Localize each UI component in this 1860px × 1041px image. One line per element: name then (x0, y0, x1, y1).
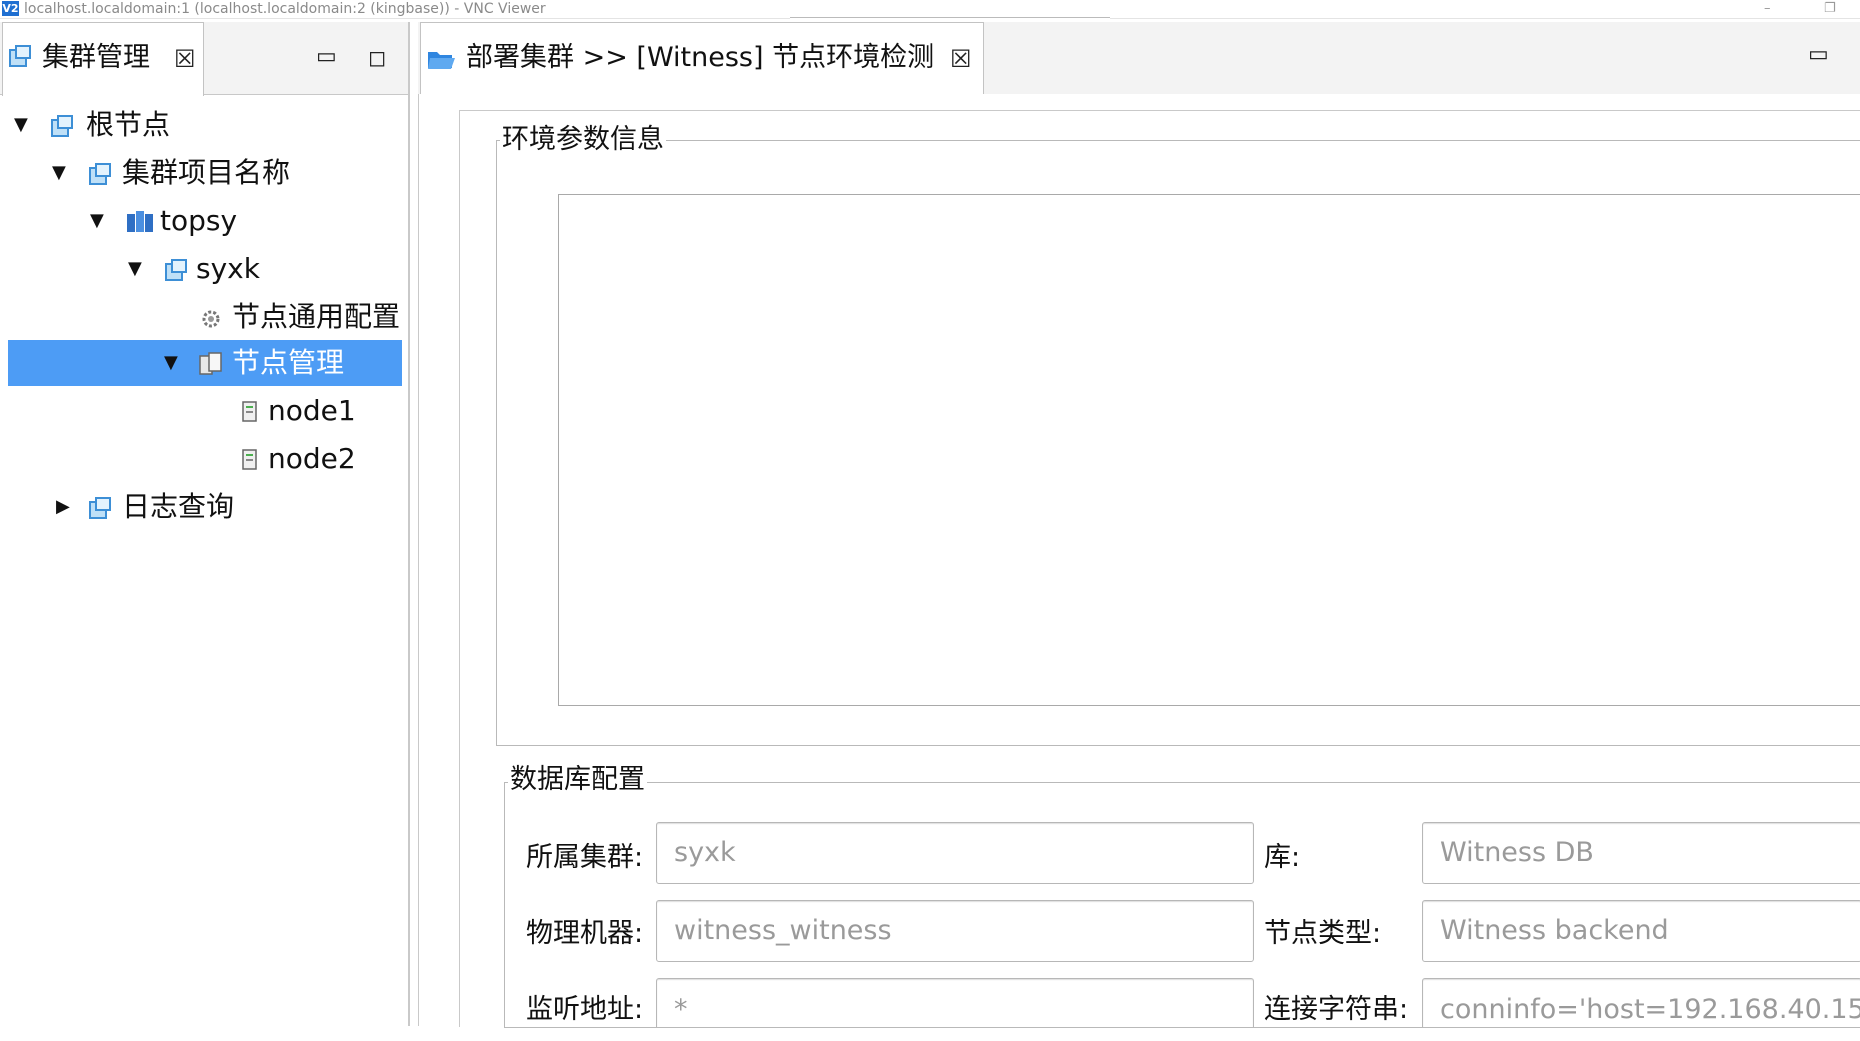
tree-item-project[interactable]: ▼ 集群项目名称 (8, 150, 402, 196)
gear-config-icon (202, 310, 220, 328)
database-label: 库: (1264, 842, 1301, 873)
database-value: Witness DB (1440, 837, 1594, 868)
close-icon[interactable]: ☒ (950, 44, 972, 74)
db-node-icon (242, 449, 257, 470)
left-panel-minimize-button[interactable]: ▭ (316, 44, 337, 70)
machine-field[interactable]: witness_witness (656, 900, 1254, 962)
tree-item-label: topsy (160, 204, 238, 237)
db-node-icon (242, 401, 257, 422)
window-title: localhost.localdomain:1 (localhost.local… (24, 1, 546, 17)
tree-item-node-management[interactable]: ▼ 节点管理 (8, 340, 402, 386)
machine-label: 物理机器: (526, 918, 644, 949)
node-manager-icon (199, 352, 222, 375)
listen-field[interactable]: * (656, 978, 1254, 1027)
conninfo-value: conninfo='host=192.168.40.154 ' (1440, 994, 1860, 1025)
tree-item-label: 节点通用配置 (232, 300, 401, 333)
tree-item-label: node1 (268, 394, 356, 427)
node-type-field[interactable]: Witness backend (1422, 900, 1860, 962)
cluster-value: syxk (674, 837, 736, 868)
tree-item-common-config[interactable]: 节点通用配置 (8, 294, 402, 340)
database-field[interactable]: Witness DB (1422, 822, 1860, 884)
folder-open-icon (428, 52, 455, 69)
tree-item-label: syxk (196, 252, 260, 285)
cluster-cube-icon (89, 163, 111, 185)
toolbar-strip (790, 17, 1110, 20)
chevron-down-icon[interactable]: ▼ (90, 198, 104, 244)
cluster-field[interactable]: syxk (656, 822, 1254, 884)
close-icon[interactable]: ☒ (174, 44, 196, 74)
tree-item-root[interactable]: ▼ 根节点 (8, 102, 402, 148)
node-type-label: 节点类型: (1264, 918, 1382, 949)
tree-item-log-query[interactable]: ▶ 日志查询 (8, 484, 402, 530)
tree-item-label: 根节点 (86, 108, 171, 141)
conninfo-field[interactable]: conninfo='host=192.168.40.154 ' (1422, 978, 1860, 1027)
tree-item-label: node2 (268, 442, 356, 475)
window-restore-button[interactable]: ❐ (1824, 0, 1836, 18)
chevron-down-icon[interactable]: ▼ (164, 340, 178, 386)
chevron-down-icon[interactable]: ▼ (14, 102, 28, 148)
tree-item-topsy[interactable]: ▼ topsy (8, 198, 402, 244)
machine-value: witness_witness (674, 915, 892, 946)
cluster-cube-icon (9, 45, 31, 67)
env-group-title: 环境参数信息 (500, 124, 666, 156)
left-tab-label: 集群管理 (42, 42, 150, 73)
tree-item-node1[interactable]: node1 (8, 388, 402, 434)
tree-item-syxk[interactable]: ▼ syxk (8, 246, 402, 292)
chevron-down-icon[interactable]: ▼ (128, 246, 142, 292)
window-minimize-button[interactable]: – (1764, 0, 1771, 18)
cluster-label: 所属集群: (526, 842, 644, 873)
cluster-cube-icon (89, 497, 111, 519)
listen-value: * (674, 994, 688, 1025)
chevron-down-icon[interactable]: ▼ (52, 150, 66, 196)
server-group-icon (127, 211, 153, 232)
chevron-right-icon[interactable]: ▶ (56, 484, 70, 530)
conninfo-label: 连接字符串: (1264, 994, 1409, 1025)
node-type-value: Witness backend (1440, 915, 1669, 946)
editor-minimize-button[interactable]: ▭ (1808, 42, 1829, 68)
cluster-cube-icon (51, 115, 73, 137)
tree-item-label: 集群项目名称 (122, 156, 291, 189)
cluster-cube-icon (165, 259, 187, 281)
listen-label: 监听地址: (526, 994, 644, 1025)
db-group-title: 数据库配置 (508, 764, 647, 796)
env-params-textarea[interactable] (558, 194, 1860, 706)
tree-item-node2[interactable]: node2 (8, 436, 402, 482)
tree-item-label: 日志查询 (122, 490, 235, 523)
vnc-app-icon: V2 (2, 1, 19, 16)
left-panel-maximize-button[interactable]: ◻ (368, 46, 386, 72)
editor-tab-label: 部署集群 >> [Witness] 节点环境检测 (466, 42, 935, 73)
tree-item-label: 节点管理 (232, 346, 345, 379)
